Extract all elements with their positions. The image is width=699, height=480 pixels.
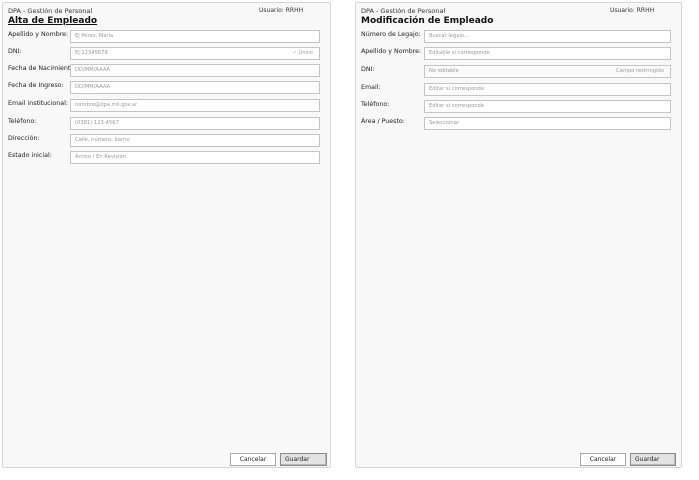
telefono-input[interactable]: Editar si corresponde — [424, 100, 671, 113]
telefono-input[interactable]: (0381) 123-4567 — [70, 117, 320, 130]
save-button[interactable]: Guardar — [630, 453, 676, 466]
cancel-button[interactable]: Cancelar — [230, 453, 276, 466]
form-row-dni: DNI: Ej 12345678 ✓ Único — [8, 47, 320, 60]
form-row-area-puesto: Área / Puesto: Seleccionar — [361, 117, 671, 130]
email-input[interactable]: Editar si corresponde — [424, 83, 671, 96]
fecha-ingreso-label: Fecha de Ingreso: — [8, 82, 64, 89]
form-row-telefono: Teléfono: Editar si corresponde — [361, 100, 671, 113]
form-row-direccion: Dirección: Calle, número, barrio — [8, 134, 320, 147]
form-row-email: Email: Editar si corresponde — [361, 83, 671, 96]
area-puesto-select[interactable]: Seleccionar — [424, 117, 671, 130]
legajo-label: Número de Legajo: — [361, 31, 421, 38]
apellido-nombre-input[interactable]: Ej Pérez, María — [70, 30, 320, 43]
fecha-nacimiento-label: Fecha de Nacimiento: — [8, 65, 77, 72]
modificacion-empleado-panel: DPA - Gestión de Personal Usuario: RRHH … — [355, 2, 682, 468]
area-puesto-label: Área / Puesto: — [361, 118, 405, 125]
form-row-apellido-nombre: Apellido y Nombre: Ej Pérez, María — [8, 30, 320, 43]
legajo-search-input[interactable]: Buscar legajo... — [424, 30, 671, 43]
dni-input-readonly: No editable Campo restringido — [424, 65, 671, 78]
form-row-email: Email institucional: nombre@dpa.mil.gov.… — [8, 99, 320, 112]
dni-label: DNI: — [361, 66, 375, 73]
form-row-fecha-nacimiento: Fecha de Nacimiento: DD/MM/AAAA — [8, 64, 320, 77]
app-name: DPA - Gestión de Personal — [8, 7, 93, 15]
user-indicator: Usuario: RRHH — [259, 7, 304, 14]
user-indicator: Usuario: RRHH — [610, 7, 655, 14]
dni-label: DNI: — [8, 48, 22, 55]
email-label: Email institucional: — [8, 100, 68, 107]
dni-unique-hint: ✓ Único — [292, 50, 313, 56]
apellido-nombre-input[interactable]: Editable si corresponde — [424, 47, 671, 60]
telefono-label: Teléfono: — [8, 118, 37, 125]
app-name: DPA - Gestión de Personal — [361, 7, 446, 15]
page-title: Modificación de Empleado — [361, 16, 494, 26]
dni-restricted-hint: Campo restringido — [616, 68, 664, 74]
form-row-estado: Estado inicial: Activo / En Revisión — [8, 151, 320, 164]
page-title: Alta de Empleado — [8, 16, 98, 26]
email-input[interactable]: nombre@dpa.mil.gov.ar — [70, 99, 320, 112]
estado-label: Estado inicial: — [8, 152, 52, 159]
form-row-apellido-nombre: Apellido y Nombre: Editable si correspon… — [361, 47, 671, 60]
email-label: Email: — [361, 84, 381, 91]
direccion-input[interactable]: Calle, número, barrio — [70, 134, 320, 147]
fecha-ingreso-input[interactable]: DD/MM/AAAA — [70, 81, 320, 94]
form-row-fecha-ingreso: Fecha de Ingreso: DD/MM/AAAA — [8, 81, 320, 94]
apellido-nombre-label: Apellido y Nombre: — [8, 31, 69, 38]
estado-select[interactable]: Activo / En Revisión — [70, 151, 320, 164]
form-row-telefono: Teléfono: (0381) 123-4567 — [8, 117, 320, 130]
form-row-dni: DNI: No editable Campo restringido — [361, 65, 671, 78]
apellido-nombre-label: Apellido y Nombre: — [361, 48, 422, 55]
form-row-legajo: Número de Legajo: Buscar legajo... — [361, 30, 671, 43]
fecha-nacimiento-input[interactable]: DD/MM/AAAA — [70, 64, 320, 77]
direccion-label: Dirección: — [8, 135, 40, 142]
alta-empleado-panel: DPA - Gestión de Personal Usuario: RRHH … — [2, 2, 331, 468]
dni-input[interactable]: Ej 12345678 ✓ Único — [70, 47, 320, 60]
cancel-button[interactable]: Cancelar — [580, 453, 626, 466]
telefono-label: Teléfono: — [361, 101, 390, 108]
save-button[interactable]: Guardar — [280, 453, 327, 466]
